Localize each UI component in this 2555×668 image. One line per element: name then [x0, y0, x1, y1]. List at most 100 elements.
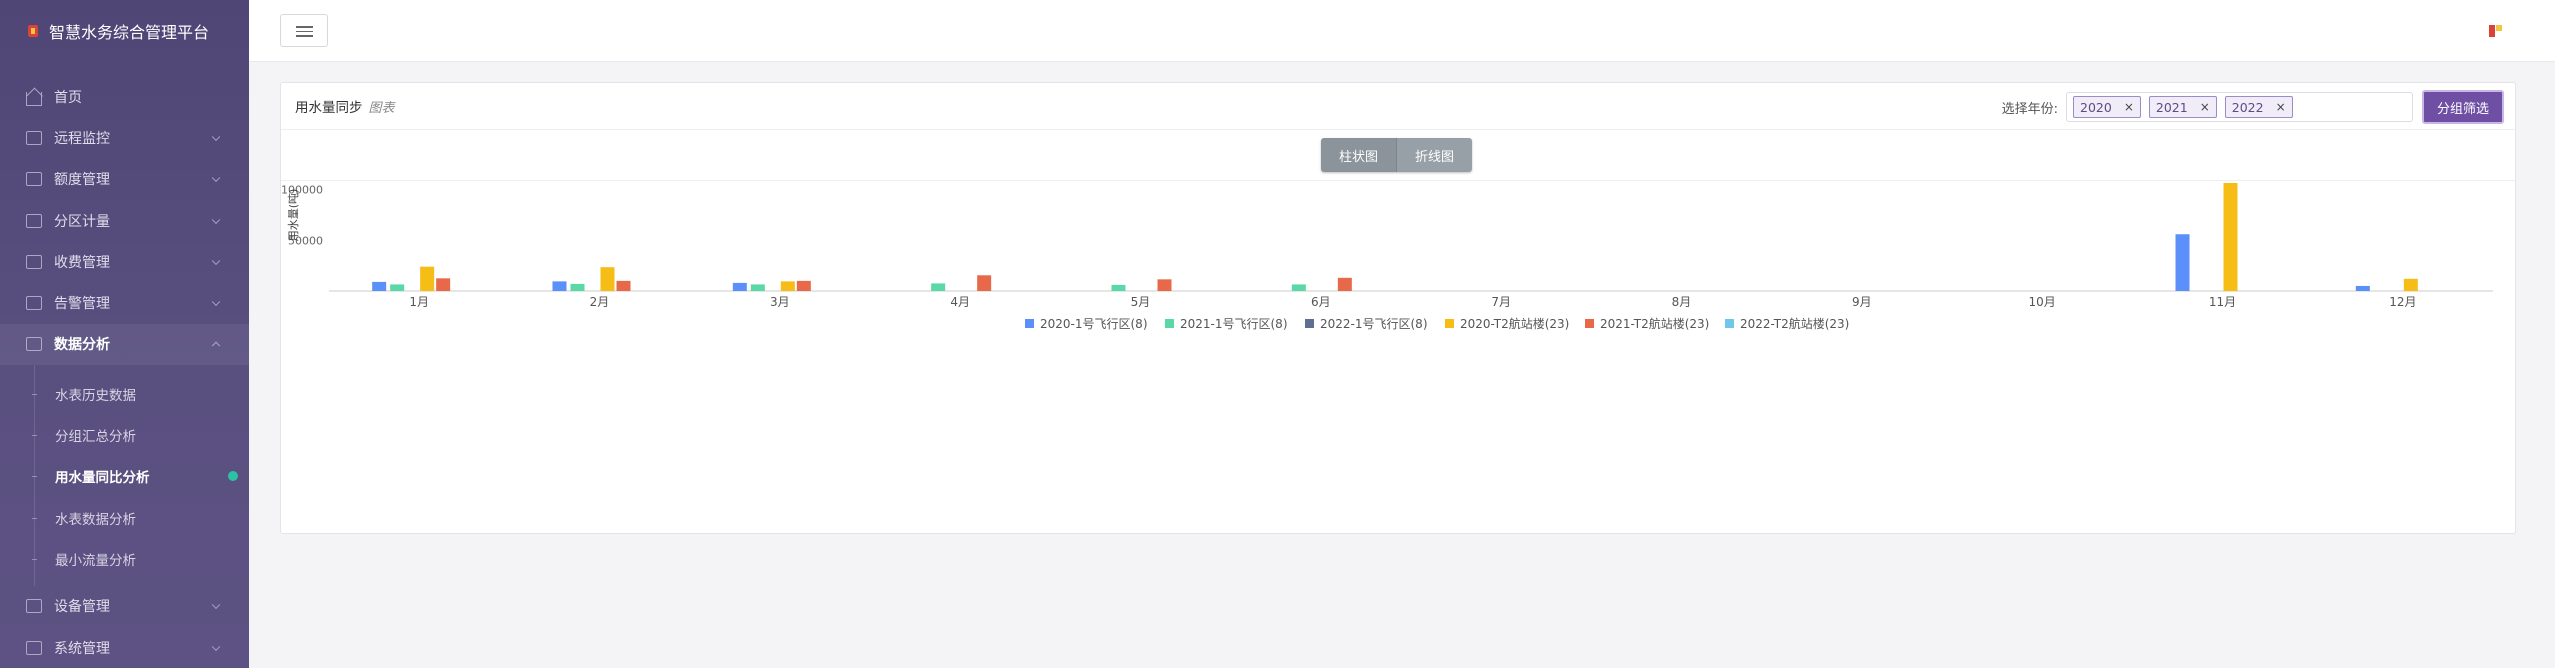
y-axis-label: 用水量(吨): [287, 189, 300, 242]
sidebar-nav: 首页 远程监控 额度管理 分区计量 收费管理 告警管理 数据分析 水表历史数据 …: [0, 76, 249, 668]
x-tick-label: 3月: [770, 295, 790, 309]
sidebar-subitem-group-summary[interactable]: 分组汇总分析: [0, 414, 249, 455]
chevron-up-icon: [211, 341, 221, 351]
chevron-down-icon: [211, 297, 221, 307]
chevron-down-icon: [211, 642, 221, 651]
sidebar-item-label: 水表数据分析: [55, 511, 136, 528]
x-tick-label: 2月: [590, 295, 610, 309]
sidebar-subitem-meter-data[interactable]: 水表数据分析: [0, 497, 249, 538]
grid-icon: [26, 213, 42, 228]
x-tick-label: 8月: [1672, 295, 1692, 309]
bar: [570, 283, 585, 291]
legend-swatch: [1585, 319, 1594, 328]
bar: [796, 280, 811, 291]
card-header: 用水量同步 图表 选择年份: 2020 × 2021 × 2022 × 分组筛选: [281, 83, 2515, 130]
year-tag-label: 2020: [2080, 99, 2112, 115]
bar: [1111, 284, 1126, 291]
year-tag: 2020 ×: [2073, 96, 2141, 118]
sidebar-item-label: 水表历史数据: [55, 387, 136, 404]
year-tag: 2021 ×: [2148, 96, 2217, 118]
app-title: 智慧水务综合管理平台: [49, 23, 210, 42]
user-avatar[interactable]: [2489, 24, 2503, 38]
bar: [2355, 285, 2370, 291]
sidebar-subitem-usage-yoy[interactable]: 用水量同比分析: [0, 456, 249, 497]
sidebar-item-label: 分组汇总分析: [55, 429, 136, 446]
bar: [2223, 183, 2238, 291]
legend-label: 2022-1号飞行区(8): [1320, 317, 1428, 331]
bar: [750, 284, 765, 291]
legend-swatch: [1165, 319, 1174, 328]
year-multiselect[interactable]: 2020 × 2021 × 2022 ×: [2066, 92, 2413, 122]
chart-type-toggle: 柱状图 折线图: [1321, 138, 1473, 172]
settings-icon: [26, 640, 42, 655]
quota-icon: [26, 172, 42, 187]
year-select-label: 选择年份:: [2001, 102, 2058, 117]
chart-toolbar: 柱状图 折线图: [281, 130, 2515, 181]
bar: [616, 280, 631, 291]
hamburger-icon: [296, 30, 313, 32]
year-tag: 2022 ×: [2224, 96, 2293, 118]
chevron-down-icon: [211, 600, 221, 610]
bar: [420, 266, 435, 291]
menu-toggle-button[interactable]: [280, 14, 328, 47]
line-chart-button[interactable]: 折线图: [1396, 138, 1473, 172]
legend-label: 2020-1号飞行区(8): [1040, 317, 1148, 331]
top-header: [249, 0, 2555, 62]
sidebar-item-device[interactable]: 设备管理: [0, 586, 249, 627]
legend-label: 2022-T2航站楼(23): [1740, 316, 1849, 331]
x-tick-label: 7月: [1491, 295, 1511, 309]
chevron-down-icon: [211, 132, 221, 141]
group-filter-button[interactable]: 分组筛选: [2422, 90, 2504, 124]
legend-swatch: [1725, 319, 1734, 328]
sidebar-item-label: 额度管理: [54, 172, 110, 189]
monitor-icon: [26, 130, 42, 145]
brand[interactable]: 智慧水务综合管理平台: [0, 0, 249, 62]
usage-bar-chart: 50000100000150000用水量(吨)1月2月3月4月5月6月7月8月9…: [281, 183, 2493, 331]
bar: [436, 278, 451, 291]
x-tick-label: 10月: [2029, 295, 2056, 309]
sidebar-item-remote-monitor[interactable]: 远程监控: [0, 117, 249, 158]
chevron-down-icon: [211, 256, 221, 265]
active-indicator-dot: [228, 471, 238, 482]
remove-tag-icon[interactable]: ×: [2200, 100, 2210, 114]
x-tick-label: 5月: [1131, 295, 1151, 309]
sidebar-item-home[interactable]: 首页: [0, 76, 249, 117]
x-tick-label: 4月: [950, 295, 970, 309]
sidebar-subitem-min-flow[interactable]: 最小流量分析: [0, 538, 249, 579]
remove-tag-icon[interactable]: ×: [2124, 100, 2134, 114]
bar: [552, 281, 567, 291]
bar: [1337, 277, 1352, 291]
usage-comparison-card: 用水量同步 图表 选择年份: 2020 × 2021 × 2022 × 分组筛选 柱状…: [280, 82, 2516, 534]
bar: [1157, 279, 1172, 291]
device-icon: [26, 599, 42, 614]
sidebar-item-label: 用水量同比分析: [55, 470, 150, 487]
sidebar-item-system[interactable]: 系统管理: [0, 627, 249, 668]
bar-chart-button[interactable]: 柱状图: [1321, 138, 1397, 172]
bar: [780, 281, 795, 291]
remove-tag-icon[interactable]: ×: [2276, 100, 2286, 114]
sidebar-item-quota[interactable]: 额度管理: [0, 159, 249, 200]
sidebar: 智慧水务综合管理平台 首页 远程监控 额度管理 分区计量 收费管理 告警管理 数…: [0, 0, 249, 668]
logo-icon: [26, 23, 40, 39]
sidebar-item-label: 远程监控: [54, 130, 110, 147]
sidebar-item-billing[interactable]: 收费管理: [0, 241, 249, 282]
chevron-down-icon: [211, 173, 221, 183]
sidebar-item-zone-metering[interactable]: 分区计量: [0, 200, 249, 241]
sidebar-subitem-meter-history[interactable]: 水表历史数据: [0, 373, 249, 414]
legend-swatch: [1305, 319, 1314, 328]
card-title: 用水量同步: [295, 100, 363, 116]
hamburger-icon: [296, 26, 313, 28]
sidebar-item-label: 告警管理: [54, 296, 110, 313]
bar: [2403, 278, 2418, 291]
legend-label: 2020-T2航站楼(23): [1460, 316, 1569, 331]
bar: [600, 267, 615, 291]
bar: [931, 283, 946, 291]
home-icon: [26, 92, 42, 107]
sidebar-item-data-analysis[interactable]: 数据分析: [0, 323, 249, 366]
sidebar-item-label: 收费管理: [54, 254, 110, 271]
x-tick-label: 12月: [2389, 295, 2416, 309]
legend-swatch: [1025, 319, 1034, 328]
sidebar-item-alarm[interactable]: 告警管理: [0, 282, 249, 323]
legend-label: 2021-T2航站楼(23): [1600, 316, 1709, 331]
x-tick-label: 11月: [2209, 295, 2236, 309]
